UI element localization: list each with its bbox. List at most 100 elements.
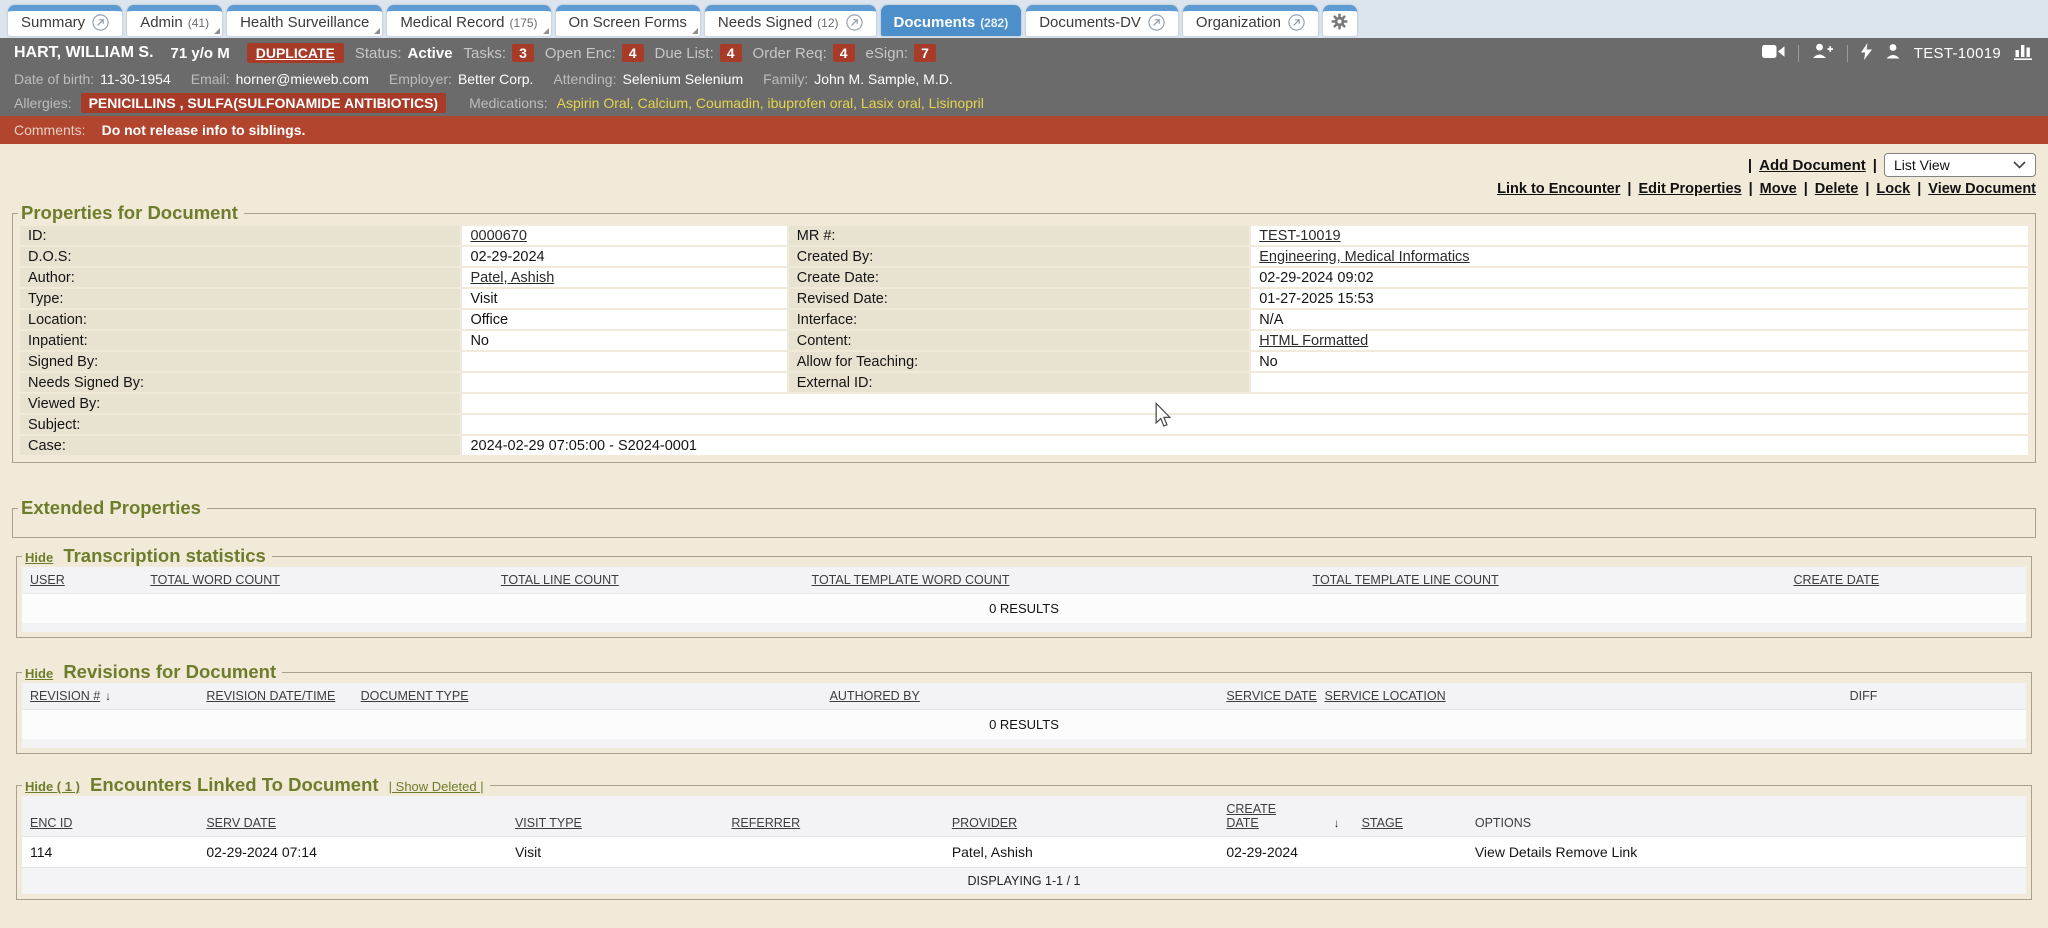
video-camera-icon[interactable] — [1762, 44, 1785, 63]
column-header-create-date[interactable]: CREATE DATE — [1785, 567, 2026, 594]
order-req-count-badge[interactable]: 4 — [833, 44, 855, 62]
dob-value: 11-30-1954 — [100, 71, 171, 87]
column-header-total-word-count[interactable]: TOTAL WORD COUNT — [142, 567, 493, 594]
divider — [1847, 45, 1848, 62]
remove-link-link[interactable]: Remove Link — [1556, 844, 1638, 860]
column-header-document-type[interactable]: DOCUMENT TYPE — [353, 683, 822, 710]
field-value: Patel, Ashish — [462, 268, 786, 287]
external-link-icon[interactable] — [846, 14, 863, 31]
tab-admin[interactable]: Admin (41) — [127, 5, 222, 36]
hide-transcription-link[interactable]: Hide — [25, 550, 53, 565]
column-header-create-date[interactable]: CREATE DATE — [1218, 796, 1320, 837]
patient-demographics-row: Date of birth:11-30-1954 Email:horner@mi… — [0, 68, 2048, 90]
field-value — [1251, 373, 2028, 392]
external-link-icon[interactable] — [92, 14, 109, 31]
add-document-link[interactable]: Add Document — [1759, 157, 1866, 174]
webchart-screen: Summary Admin (41) Health Surveillance M… — [0, 0, 2048, 928]
person-icon[interactable] — [1885, 43, 1901, 63]
tab-count: (12) — [817, 16, 838, 30]
column-header-provider[interactable]: PROVIDER — [944, 796, 1219, 837]
open-enc-count-badge[interactable]: 4 — [622, 44, 644, 62]
hide-encounters-link[interactable]: Hide ( 1 ) — [25, 779, 80, 794]
visit-type-cell: Visit — [507, 837, 723, 868]
column-header-revision-number[interactable]: REVISION #↓ — [22, 683, 198, 710]
comments-label: Comments: — [14, 122, 86, 138]
tab-health-surveillance[interactable]: Health Surveillance — [227, 5, 382, 36]
property-row: Needs Signed By: External ID: — [20, 373, 2028, 392]
duplicate-badge[interactable]: DUPLICATE — [247, 43, 344, 63]
column-header-authored-by[interactable]: AUTHORED BY — [822, 683, 1219, 710]
column-header-total-template-word-count[interactable]: TOTAL TEMPLATE WORD COUNT — [804, 567, 1305, 594]
separator: | — [1873, 157, 1877, 174]
view-mode-select[interactable]: List View — [1884, 153, 2036, 177]
main-content: | Add Document | List View Link to Encou… — [0, 144, 2048, 928]
content-link[interactable]: HTML Formatted — [1259, 333, 1368, 349]
column-header-stage[interactable]: ↓STAGE — [1321, 796, 1467, 837]
property-row: Location: Office Interface: N/A — [20, 310, 2028, 329]
move-link[interactable]: Move — [1760, 181, 1797, 197]
author-link[interactable]: Patel, Ashish — [470, 270, 554, 286]
field-label: External ID: — [789, 373, 1249, 392]
column-header-user[interactable]: USER — [22, 567, 142, 594]
column-header-referrer[interactable]: REFERRER — [723, 796, 943, 837]
encounter-row[interactable]: 114 02-29-2024 07:14 Visit Patel, Ashish… — [22, 837, 2026, 868]
status-value: Active — [408, 45, 453, 62]
tab-on-screen-forms[interactable]: On Screen Forms — [556, 5, 700, 36]
column-header-revision-datetime[interactable]: REVISION DATE/TIME — [198, 683, 352, 710]
patient-id: TEST-10019 — [1914, 45, 2001, 62]
column-header-enc-id[interactable]: ENC ID — [22, 796, 198, 837]
field-label: MR #: — [789, 226, 1249, 245]
allergies-badge[interactable]: PENICILLINS , SULFA(SULFONAMIDE ANTIBIOT… — [81, 93, 446, 113]
empty-results: 0 RESULTS — [22, 710, 2026, 740]
show-deleted-link[interactable]: | Show Deleted | — [389, 779, 484, 794]
property-row: Subject: — [20, 415, 2028, 434]
column-header-total-line-count[interactable]: TOTAL LINE COUNT — [493, 567, 804, 594]
column-header-service-date[interactable]: SERVICE DATE — [1218, 683, 1316, 710]
sort-descending-icon: ↓ — [1334, 816, 1340, 830]
link-to-encounter-link[interactable]: Link to Encounter — [1497, 181, 1620, 197]
email-value: horner@mieweb.com — [236, 71, 369, 87]
due-list-count-badge[interactable]: 4 — [720, 44, 742, 62]
revisions-table: REVISION #↓ REVISION DATE/TIME DOCUMENT … — [22, 683, 2026, 739]
column-header-visit-type[interactable]: VISIT TYPE — [507, 796, 723, 837]
tab-documents-dv[interactable]: Documents-DV — [1026, 5, 1178, 36]
view-document-link[interactable]: View Document — [1928, 181, 2036, 197]
allergies-row: Allergies: PENICILLINS , SULFA(SULFONAMI… — [0, 90, 2048, 116]
medications-list[interactable]: Aspirin Oral, Calcium, Coumadin, ibuprof… — [557, 95, 984, 111]
tab-label: Summary — [21, 14, 85, 31]
lightning-icon[interactable] — [1861, 43, 1872, 64]
external-link-icon[interactable] — [1148, 14, 1165, 31]
document-id-link[interactable]: 0000670 — [470, 228, 526, 244]
tab-needs-signed[interactable]: Needs Signed (12) — [705, 5, 876, 36]
edit-properties-link[interactable]: Edit Properties — [1638, 181, 1741, 197]
external-link-icon[interactable] — [1288, 14, 1305, 31]
tasks-count-badge[interactable]: 3 — [512, 44, 534, 62]
employer-value: Better Corp. — [458, 71, 533, 87]
tab-organization[interactable]: Organization — [1183, 5, 1318, 36]
field-value: 2024-02-29 07:05:00 - S2024-0001 — [462, 436, 2028, 455]
family-value: John M. Sample, M.D. — [814, 71, 953, 87]
column-header-total-template-line-count[interactable]: TOTAL TEMPLATE LINE COUNT — [1305, 567, 1786, 594]
field-label: Type: — [20, 289, 460, 308]
add-person-icon[interactable] — [1812, 43, 1834, 63]
lock-link[interactable]: Lock — [1876, 181, 1910, 197]
mr-number-link[interactable]: TEST-10019 — [1259, 228, 1340, 244]
hide-revisions-link[interactable]: Hide — [25, 666, 53, 681]
gear-icon — [1330, 12, 1349, 36]
tab-bar: Summary Admin (41) Health Surveillance M… — [0, 0, 2048, 38]
submenu-indicator — [692, 28, 698, 34]
column-header-serv-date[interactable]: SERV DATE — [198, 796, 507, 837]
tab-label: Needs Signed — [718, 14, 812, 31]
chart-icon[interactable] — [2014, 43, 2034, 64]
tab-documents[interactable]: Documents (282) — [881, 5, 1022, 36]
transcription-table: USER TOTAL WORD COUNT TOTAL LINE COUNT T… — [22, 567, 2026, 623]
column-header-service-location[interactable]: SERVICE LOCATION — [1317, 683, 1842, 710]
property-row: Author: Patel, Ashish Create Date: 02-29… — [20, 268, 2028, 287]
tab-medical-record[interactable]: Medical Record (175) — [387, 5, 550, 36]
delete-link[interactable]: Delete — [1815, 181, 1859, 197]
tab-summary[interactable]: Summary — [8, 5, 122, 36]
view-details-link[interactable]: View Details — [1475, 844, 1552, 860]
esign-count-badge[interactable]: 7 — [914, 44, 936, 62]
settings-button[interactable] — [1323, 5, 1357, 36]
created-by-link[interactable]: Engineering, Medical Informatics — [1259, 249, 1469, 265]
